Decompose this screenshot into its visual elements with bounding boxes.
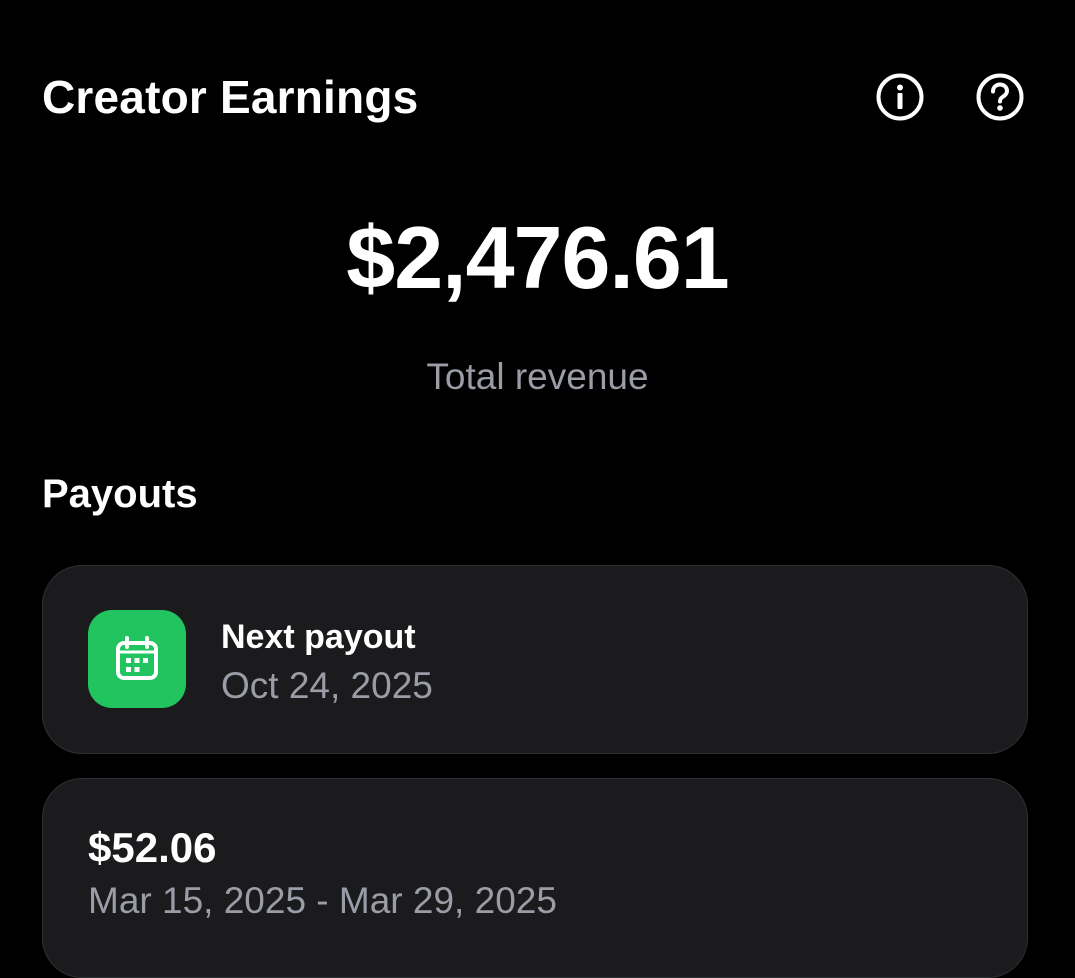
help-icon [976,73,1024,121]
info-icon [876,73,924,121]
payouts-section-title: Payouts [42,472,198,516]
info-button[interactable] [875,72,925,122]
payout-period: Mar 15, 2025 - Mar 29, 2025 [88,880,557,921]
calendar-tile [88,610,186,708]
calendar-icon [116,636,158,680]
help-button[interactable] [975,72,1025,122]
payout-card[interactable]: $52.06 Mar 15, 2025 - Mar 29, 2025 [42,778,1028,978]
total-revenue-label: Total revenue [426,356,649,397]
header-actions [875,72,1025,122]
header: Creator Earnings [42,68,1027,126]
payout-amount: $52.06 [88,824,217,871]
page-title: Creator Earnings [42,71,419,123]
total-revenue-amount: $2,476.61 [346,208,730,307]
next-payout-label: Next payout [221,618,416,656]
next-payout-date: Oct 24, 2025 [221,665,433,706]
next-payout-card[interactable]: Next payout Oct 24, 2025 [42,565,1028,754]
